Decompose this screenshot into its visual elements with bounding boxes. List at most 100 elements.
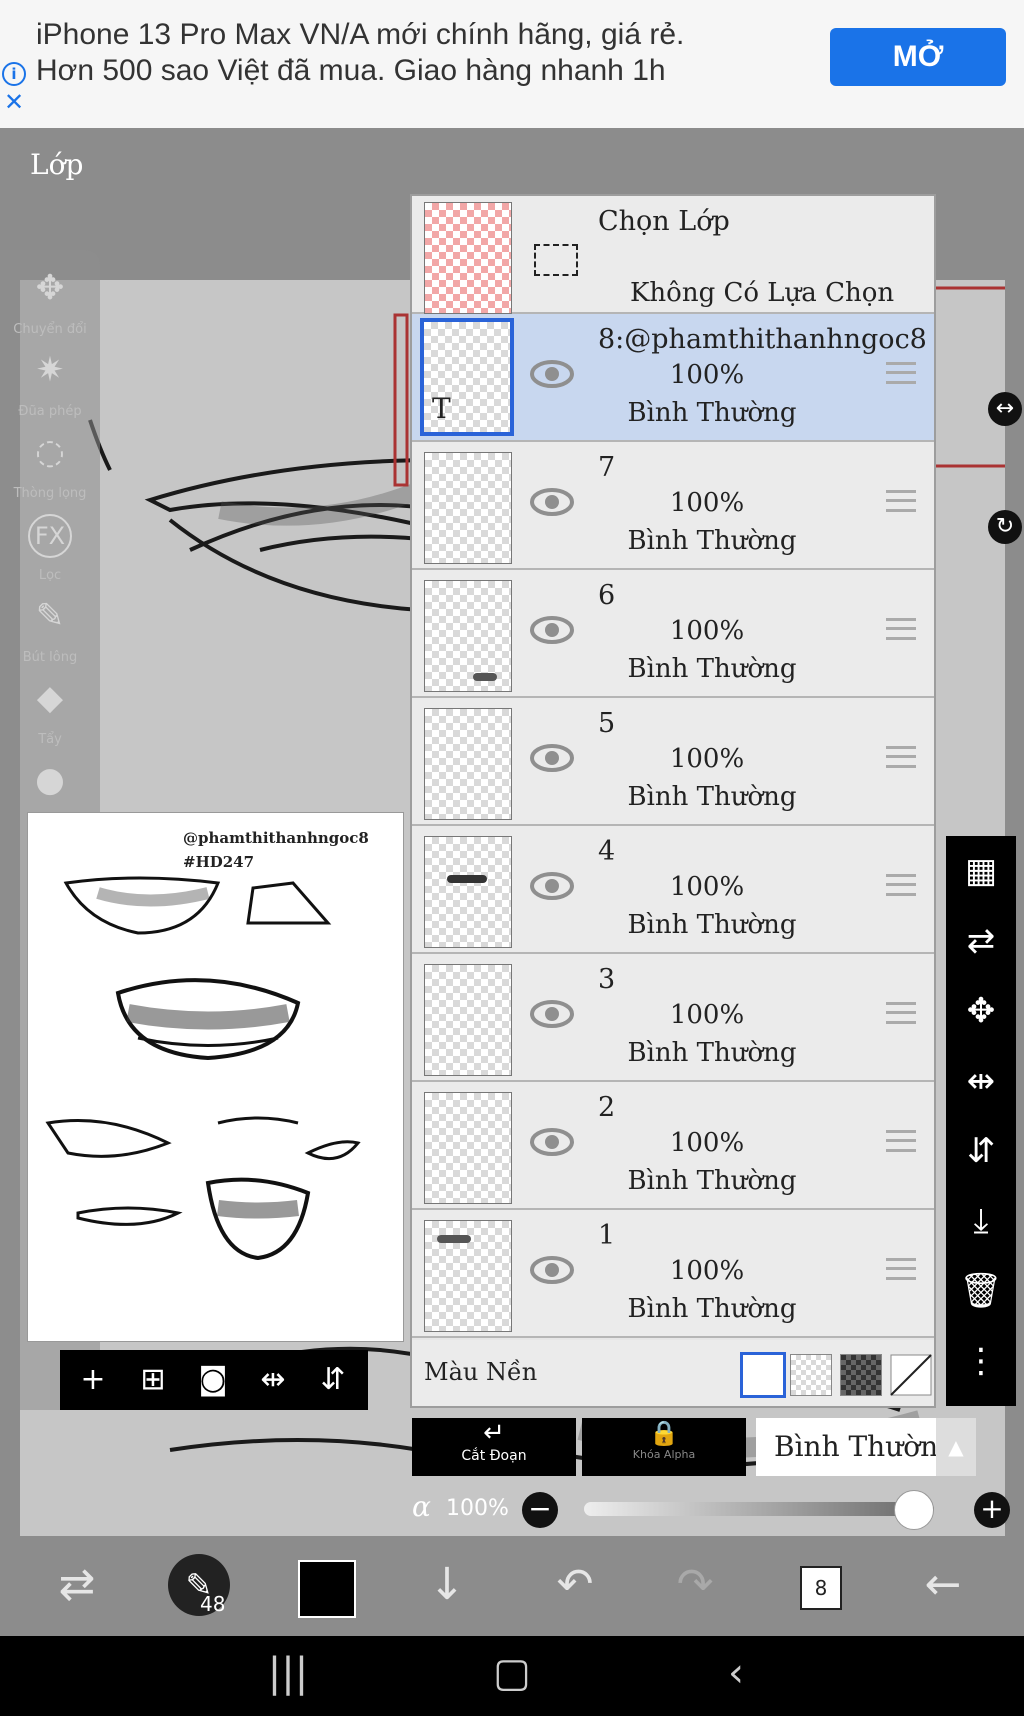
resize-handle-icon[interactable]: ↔ [988,392,1022,426]
background-label: Màu Nền [424,1358,538,1386]
lasso-icon[interactable]: ◌ [28,430,72,474]
alpha-value: 100% [446,1496,509,1521]
transform-layer-icon[interactable]: ⇄ [946,906,1016,976]
alpha-decrease-button[interactable]: − [522,1492,558,1528]
bg-white-swatch[interactable] [740,1352,786,1398]
eye-icon[interactable] [530,872,574,900]
bg-dark-checker-swatch[interactable] [840,1354,882,1396]
rotate-handle-icon[interactable]: ↻ [988,510,1022,544]
add-layer-icon[interactable]: + [68,1350,118,1410]
eraser-icon[interactable]: ◆ [28,676,72,720]
layer-blend-mode: Bình Thường [627,782,797,812]
eye-icon[interactable] [530,1000,574,1028]
drag-handle-icon[interactable] [886,362,916,384]
camera-icon[interactable]: ◙ [188,1350,238,1410]
layer-thumbnail: T [420,318,514,436]
flip-layer-vertical-icon[interactable]: ⇵ [946,1116,1016,1186]
clip-button[interactable]: ↵ Cắt Đoạn [412,1418,576,1476]
smudge-icon[interactable]: ● [28,758,72,802]
layer-name: 5 [598,708,616,739]
bg-none-swatch[interactable] [890,1354,932,1396]
layer-thumbnail [424,836,512,948]
alpha-lock-label: Khóa Alpha [632,1448,696,1461]
merge-down-icon[interactable]: ⤓ [946,1186,1016,1256]
drag-handle-icon[interactable] [886,1258,916,1280]
layer-row[interactable]: 2 100% Bình Thường [412,1082,934,1210]
ad-open-button[interactable]: MỞ [830,28,1006,86]
layer-blend-mode: Bình Thường [627,1166,797,1196]
layer-thumbnail [424,452,512,564]
layer-row[interactable]: 5 100% Bình Thường [412,698,934,826]
ad-banner[interactable]: iPhone 13 Pro Max VN/A mới chính hãng, g… [0,0,1024,128]
undo-icon[interactable]: ↶ [540,1550,610,1620]
layer-row[interactable]: 6 100% Bình Thường [412,570,934,698]
flip-layer-horizontal-icon[interactable]: ⇹ [946,1046,1016,1116]
selection-layer-row[interactable]: Chọn Lớp Không Có Lựa Chọn [412,196,934,314]
more-options-icon[interactable]: ⋮ [946,1326,1016,1396]
back-arrow-icon[interactable]: ← [908,1550,978,1620]
layer-thumbnail [424,580,512,692]
ad-line-2: Hơn 500 sao Việt đã mua. Giao hàng nhanh… [36,54,666,87]
layer-name: 8:@phamthithanhngoc8 [598,324,927,355]
current-color-swatch[interactable] [298,1560,356,1618]
info-icon[interactable]: i [2,62,26,86]
flip-vertical-icon[interactable]: ⇵ [308,1350,358,1410]
drag-handle-icon[interactable] [886,746,916,768]
preview-toolbar: + ⊞ ◙ ⇹ ⇵ [60,1350,368,1410]
layer-thumbnail [424,1220,512,1332]
drag-handle-icon[interactable] [886,1002,916,1024]
tool-switch-icon[interactable]: ⇄ [42,1550,112,1620]
bg-transparent-swatch[interactable] [790,1354,832,1396]
brush-icon[interactable]: ✎ [28,594,72,638]
layer-opacity: 100% [669,1000,745,1030]
recent-apps-icon[interactable]: ||| [248,1650,328,1696]
drag-handle-icon[interactable] [886,618,916,640]
drag-handle-icon[interactable] [886,490,916,512]
alpha-slider-thumb[interactable] [894,1490,934,1530]
layer-blend-mode: Bình Thường [627,910,797,940]
layer-row[interactable]: 7 100% Bình Thường [412,442,934,570]
checker-icon[interactable]: ▦ [946,836,1016,906]
layer-row[interactable]: T 8:@phamthithanhngoc8 100% Bình Thường [412,314,934,442]
alpha-increase-button[interactable]: + [974,1492,1010,1528]
eye-icon[interactable] [530,744,574,772]
layer-blend-mode: Bình Thường [627,526,797,556]
clip-icon: ↵ [483,1418,505,1448]
eye-icon[interactable] [530,488,574,516]
eye-icon[interactable] [530,1128,574,1156]
move-icon[interactable]: ✥ [28,266,72,310]
layer-row[interactable]: 1 100% Bình Thường [412,1210,934,1338]
flip-horizontal-icon[interactable]: ⇹ [248,1350,298,1410]
layer-name: 4 [598,836,616,867]
eye-icon[interactable] [530,1256,574,1284]
close-icon[interactable]: ✕ [4,88,24,116]
drag-handle-icon[interactable] [886,1130,916,1152]
magic-wand-icon[interactable]: ✷ [28,348,72,392]
trash-icon[interactable]: 🗑 [946,1256,1016,1326]
eye-icon[interactable] [530,360,574,388]
canvas-preview[interactable]: @phamthithanhngoc8 #HD247 [27,812,404,1342]
alpha-lock-button[interactable]: 🔒 Khóa Alpha [582,1418,746,1476]
move-layer-icon[interactable]: ✥ [946,976,1016,1046]
layers-button[interactable]: 8 [800,1566,842,1610]
home-icon[interactable]: ▢ [472,1650,552,1696]
back-icon[interactable]: ‹ [696,1650,776,1696]
blend-mode-select[interactable]: Bình Thường ▲ [756,1418,976,1476]
fx-icon[interactable]: FX [28,514,72,558]
thumbnail-stroke [447,875,487,883]
eye-icon[interactable] [530,616,574,644]
layer-row[interactable]: 3 100% Bình Thường [412,954,934,1082]
selection-thumbnail [424,202,512,314]
duplicate-layer-icon[interactable]: ⊞ [128,1350,178,1410]
redo-icon[interactable]: ↷ [660,1550,730,1620]
layer-row[interactable]: 4 100% Bình Thường [412,826,934,954]
layer-opacity: 100% [669,360,745,390]
down-arrow-icon[interactable]: ↓ [412,1550,482,1620]
blend-mode-value: Bình Thường [774,1430,957,1463]
drag-handle-icon[interactable] [886,874,916,896]
layer-name: 2 [598,1092,616,1123]
layer-thumbnail [424,1092,512,1204]
text-layer-icon: T [432,392,451,425]
alpha-slider[interactable] [584,1502,934,1516]
selection-marquee-icon [534,244,578,276]
